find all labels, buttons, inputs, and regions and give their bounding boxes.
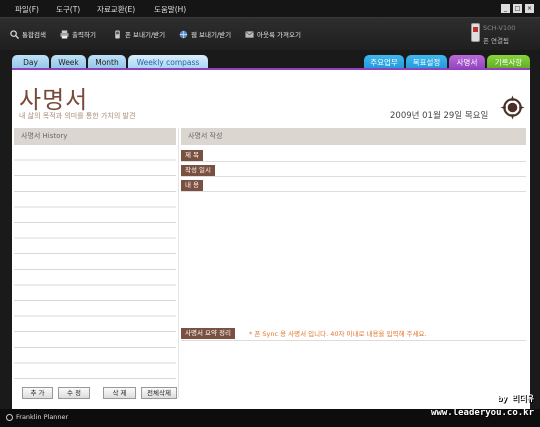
device-status: SCH-V100 폰 연결됨 [471,22,531,48]
device-phone-icon [471,23,480,42]
outlook-icon [245,30,254,38]
brand-name: Franklin Planner [16,413,69,421]
close-button[interactable]: × [525,4,534,13]
content-field-label: 내 용 [181,180,204,191]
search-icon [10,29,19,39]
history-panel-header: 사명서 History [14,128,176,145]
watermark-url: www.leaderyou.co.kr [431,408,534,418]
print-label: 출력하기 [72,31,96,39]
summary-hint: * 폰 Sync 용 사명서 입니다. 40자 이내로 내용을 입력해 주세요. [249,330,427,338]
web-sync-label: 웹 보내기/받기 [191,31,232,39]
franklin-logo-icon [6,413,13,421]
tab-strip: Day Week Month Weekly compass 주요업무 목표설정 … [0,50,540,70]
compass-icon[interactable] [500,95,525,120]
printer-icon [60,29,69,39]
menu-file[interactable]: 파일(F) [15,4,39,15]
page-title: 사명서 [19,86,89,114]
brand-logo: Franklin Planner [6,413,68,421]
menu-bar: 파일(F) 도구(T) 자료교환(E) 도움말(H) _ □ × [0,0,540,17]
delete-all-button[interactable]: 전체삭제 [141,387,177,399]
device-model: SCH-V100 [483,24,516,32]
current-date: 2009년 01월 29일 목요일 [390,111,489,121]
date-field-line[interactable] [181,176,526,177]
outlook-import-button[interactable]: 아웃룩 가져오기 [245,29,301,39]
title-field-line[interactable] [181,161,526,162]
menu-help[interactable]: 도움말(H) [154,4,186,15]
title-field-label: 제 목 [181,150,204,161]
add-button[interactable]: 추 가 [22,387,53,399]
outlook-import-label: 아웃룩 가져오기 [257,31,301,39]
summary-field-line[interactable] [181,340,526,341]
phone-icon [115,29,120,39]
toolbar: 통합검색 출력하기 폰 보내기/받기 웹 보내기/받기 아웃룩 가져오기 SCH… [0,17,540,50]
unified-search-label: 통합검색 [22,31,46,39]
edit-button[interactable]: 수 정 [58,387,90,399]
minimize-button[interactable]: _ [501,4,510,13]
menu-tools[interactable]: 도구(T) [56,4,80,15]
date-field-label: 작성 일시 [181,165,215,176]
phone-sync-button[interactable]: 폰 보내기/받기 [113,29,165,39]
main-content: 사명서 내 삶의 목적과 의미를 통한 가치의 발견 2009년 01월 29일… [12,70,530,409]
page-subtitle: 내 삶의 목적과 의미를 통한 가치의 발견 [19,112,136,120]
summary-field-label: 사명서 요약 정리 [181,328,235,339]
menu-data-exchange[interactable]: 자료교환(E) [97,4,135,15]
maximize-button[interactable]: □ [513,4,522,13]
panel-divider [178,128,179,398]
content-field-line[interactable] [181,191,526,192]
unified-search-button[interactable]: 통합검색 [10,29,46,39]
phone-sync-label: 폰 보내기/받기 [125,31,166,39]
watermark-author: by 리더유 [497,394,534,403]
write-panel-header: 사명서 작성 [181,128,526,145]
web-sync-button[interactable]: 웹 보내기/받기 [179,29,231,39]
delete-button[interactable]: 삭 제 [103,387,136,399]
history-list[interactable] [14,145,176,380]
print-button[interactable]: 출력하기 [60,29,96,39]
device-connection-status: 폰 연결됨 [483,37,509,45]
web-icon [179,30,188,38]
